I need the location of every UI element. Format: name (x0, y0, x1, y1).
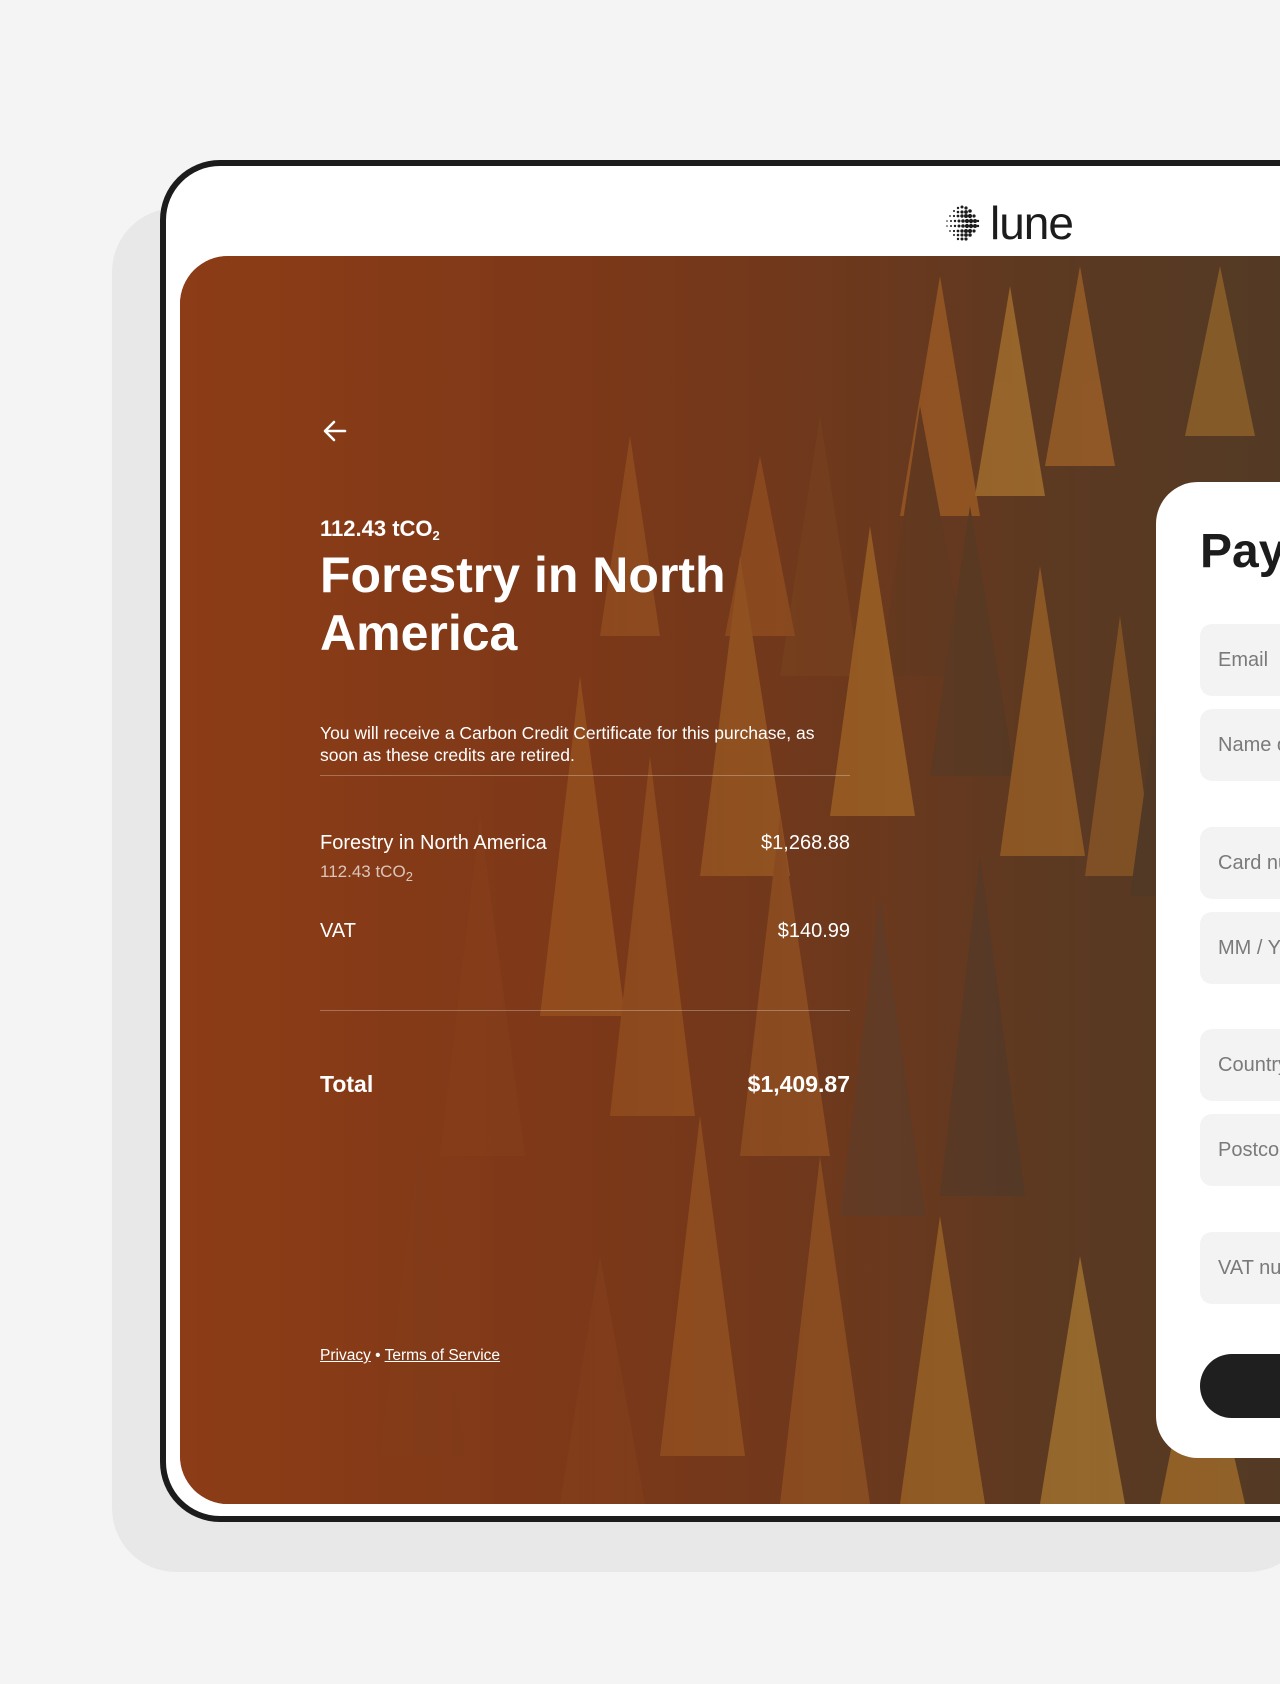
footer-separator: • (375, 1347, 381, 1364)
line-item-amount: $1,268.88 (761, 832, 850, 854)
top-bar: lune (166, 166, 1280, 262)
name-on-card-input[interactable] (1216, 732, 1280, 758)
privacy-link[interactable]: Privacy (320, 1347, 371, 1364)
email-input[interactable] (1216, 647, 1280, 673)
email-field[interactable] (1200, 624, 1280, 696)
payment-card: Pay by c (1156, 482, 1280, 1458)
postcode-field[interactable] (1200, 1114, 1280, 1186)
card-number-input[interactable] (1216, 850, 1280, 876)
dot-circle-logo-icon (946, 205, 980, 241)
line-item-sub-value: 112.43 tCO (320, 862, 406, 881)
total-label: Total (320, 1071, 374, 1097)
payment-title: Pay by c (1200, 525, 1280, 578)
postcode-input[interactable] (1216, 1137, 1280, 1163)
vat-label: VAT (320, 920, 356, 942)
project-amount-subscript: 2 (432, 528, 440, 543)
brand-name: lune (990, 197, 1074, 249)
line-item-sub-subscript: 2 (405, 869, 413, 884)
card-number-field[interactable] (1200, 827, 1280, 899)
line-item-sub: 112.43 tCO2 (320, 862, 413, 884)
pay-button[interactable] (1200, 1354, 1280, 1418)
project-description: You will receive a Carbon Credit Certifi… (320, 723, 815, 765)
line-item-label: Forestry in North America (320, 832, 547, 854)
brand-logo[interactable]: lune (942, 197, 1074, 249)
vat-number-field[interactable] (1200, 1232, 1280, 1304)
vat-number-input[interactable] (1216, 1255, 1280, 1281)
divider-top (320, 775, 850, 776)
project-amount: 112.43 tCO2 (320, 516, 440, 543)
arrow-left-icon[interactable] (320, 416, 350, 446)
expiry-input[interactable] (1216, 935, 1280, 961)
vat-amount: $140.99 (777, 920, 850, 942)
total-amount: $1,409.87 (747, 1071, 850, 1097)
expiry-field[interactable] (1200, 912, 1280, 984)
country-field[interactable] (1200, 1029, 1280, 1101)
name-on-card-field[interactable] (1200, 709, 1280, 781)
project-amount-value: 112.43 tCO (320, 516, 433, 541)
terms-link[interactable]: Terms of Service (385, 1347, 500, 1364)
footer-links: Privacy • Terms of Service (320, 1347, 500, 1365)
divider-bottom (320, 1010, 850, 1011)
device-frame: lune 112.43 tCO2 Forestry in North Ameri… (160, 160, 1280, 1522)
project-title: Forestry in North America (320, 547, 726, 661)
project-hero: 112.43 tCO2 Forestry in North America Yo… (180, 256, 1280, 1504)
country-input[interactable] (1216, 1052, 1280, 1078)
